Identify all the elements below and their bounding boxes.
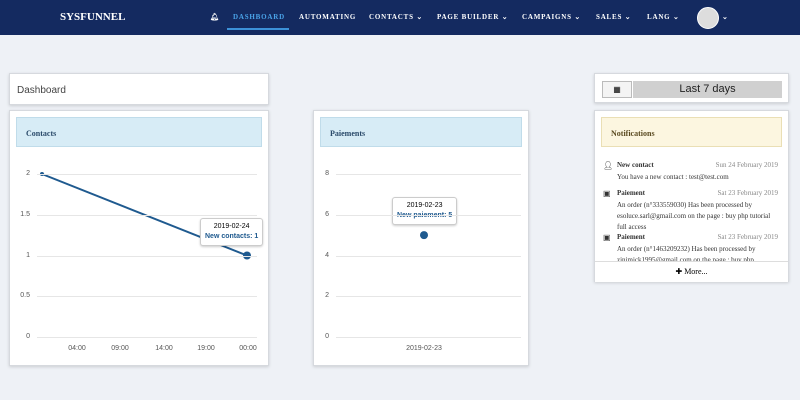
tooltip-date: 2019-02-24 [213, 223, 250, 230]
nav-campaigns[interactable]: CAMPAIGNS ⌄ [522, 13, 581, 21]
gridline [37, 214, 257, 216]
active-indicator [227, 28, 289, 30]
gridline [336, 255, 521, 257]
dashboard-title-card: Dashboard [9, 73, 269, 105]
notifications-title: Notifications [601, 117, 782, 147]
gridline [336, 174, 521, 175]
x-tick-label: 14:00 [155, 345, 173, 352]
y-tick-label: 0 [26, 333, 30, 340]
notification-body: An order (n°333559030) Has been processe… [617, 201, 771, 231]
notification-body: You have a new contact : test@test.com [617, 173, 729, 181]
nav-lang[interactable]: LANG ⌄ [647, 13, 680, 21]
notification-date: Sat 23 February 2019 [717, 189, 778, 197]
tooltip-value: New contacts: 1 [205, 233, 259, 240]
x-tick-label: 19:00 [197, 345, 215, 352]
paiement-chart-card: Paiements 2019-02-23New paiement: 5 0246… [313, 110, 529, 366]
paiement-svg [420, 231, 428, 240]
contacts-chart-card: Contacts 2019-02-24 New contacts: 1 0 0.5 1… [9, 110, 269, 366]
notification-item[interactable]: ▣ Paiement Sat 23 February 2019 An order (n… [603, 189, 778, 233]
y-tick-label: 8 [325, 170, 329, 177]
money-icon: ▣ [603, 189, 611, 198]
y-tick-label: 1.5 [20, 210, 30, 218]
bell-icon[interactable]: 🔔︎ [210, 13, 220, 21]
more-button[interactable]: ✚ More... [595, 261, 788, 282]
gridline [37, 255, 257, 257]
notification-body: An order (n°1463209232) Has been process… [617, 245, 756, 261]
user-icon: 👤︎ [603, 161, 614, 170]
nav-contacts[interactable]: CONTACTS ⌄ [369, 13, 423, 21]
money-icon: ▣ [603, 233, 611, 242]
paiement-tooltip: 2019-02-23New paiement: 5 [392, 197, 458, 225]
notification-item[interactable]: 👤︎ New contact Sun 24 February 2019 You hav… [603, 161, 778, 183]
gridline [37, 337, 257, 338]
brand-logo[interactable]: SYSFUNNEL [60, 11, 125, 23]
y-tick-label: 6 [325, 210, 329, 218]
date-range-card: ▦ Last 7 days [594, 73, 789, 103]
notification-item[interactable]: ▣ Paiement Sat 23 February 2019 An order (n… [603, 233, 778, 261]
x-tick-label: 04:00 [68, 345, 86, 352]
contacts-tooltip: 2019-02-24 New contacts: 1 [200, 218, 264, 246]
gridline [37, 174, 257, 175]
gridline [336, 214, 521, 216]
y-tick-label: 0 [325, 333, 329, 340]
notification-date: Sun 24 February 2019 [715, 161, 778, 169]
notifications-card: Notifications 👤︎ New contact Sun 24 Februa… [594, 110, 789, 282]
y-tick-label: 2 [325, 292, 329, 300]
nav-dashboard[interactable]: DASHBOARD [233, 13, 285, 21]
nav-page-builder[interactable]: PAGE BUILDER ⌄ [437, 13, 508, 21]
gridline [336, 337, 521, 338]
data-point [420, 231, 428, 240]
calendar-icon[interactable]: ▦ [602, 81, 632, 98]
top-navbar: SYSFUNNEL 🔔︎ DASHBOARD AUTOMATING CONTAC… [0, 0, 800, 35]
tooltip-date: 2019-02-23 [406, 202, 443, 209]
notification-date: Sat 23 February 2019 [717, 233, 778, 241]
date-range-select[interactable]: Last 7 days [633, 81, 782, 98]
avatar[interactable] [697, 7, 719, 29]
x-tick-label: 09:00 [111, 345, 129, 352]
x-tick-label: 00:00 [239, 345, 257, 352]
page-title: Dashboard [17, 85, 66, 96]
y-tick-label: 1 [26, 251, 30, 259]
avatar-caret-icon[interactable]: ⌄ [722, 13, 729, 21]
gridline [336, 296, 521, 298]
gridline [37, 296, 257, 298]
y-tick-label: 0.5 [20, 292, 30, 300]
y-tick-label: 2 [26, 170, 30, 177]
y-tick-label: 4 [325, 251, 329, 259]
nav-automating[interactable]: AUTOMATING [299, 13, 356, 21]
x-tick-label: 2019-02-23 [406, 345, 442, 352]
nav-sales[interactable]: SALES ⌄ [596, 13, 631, 21]
